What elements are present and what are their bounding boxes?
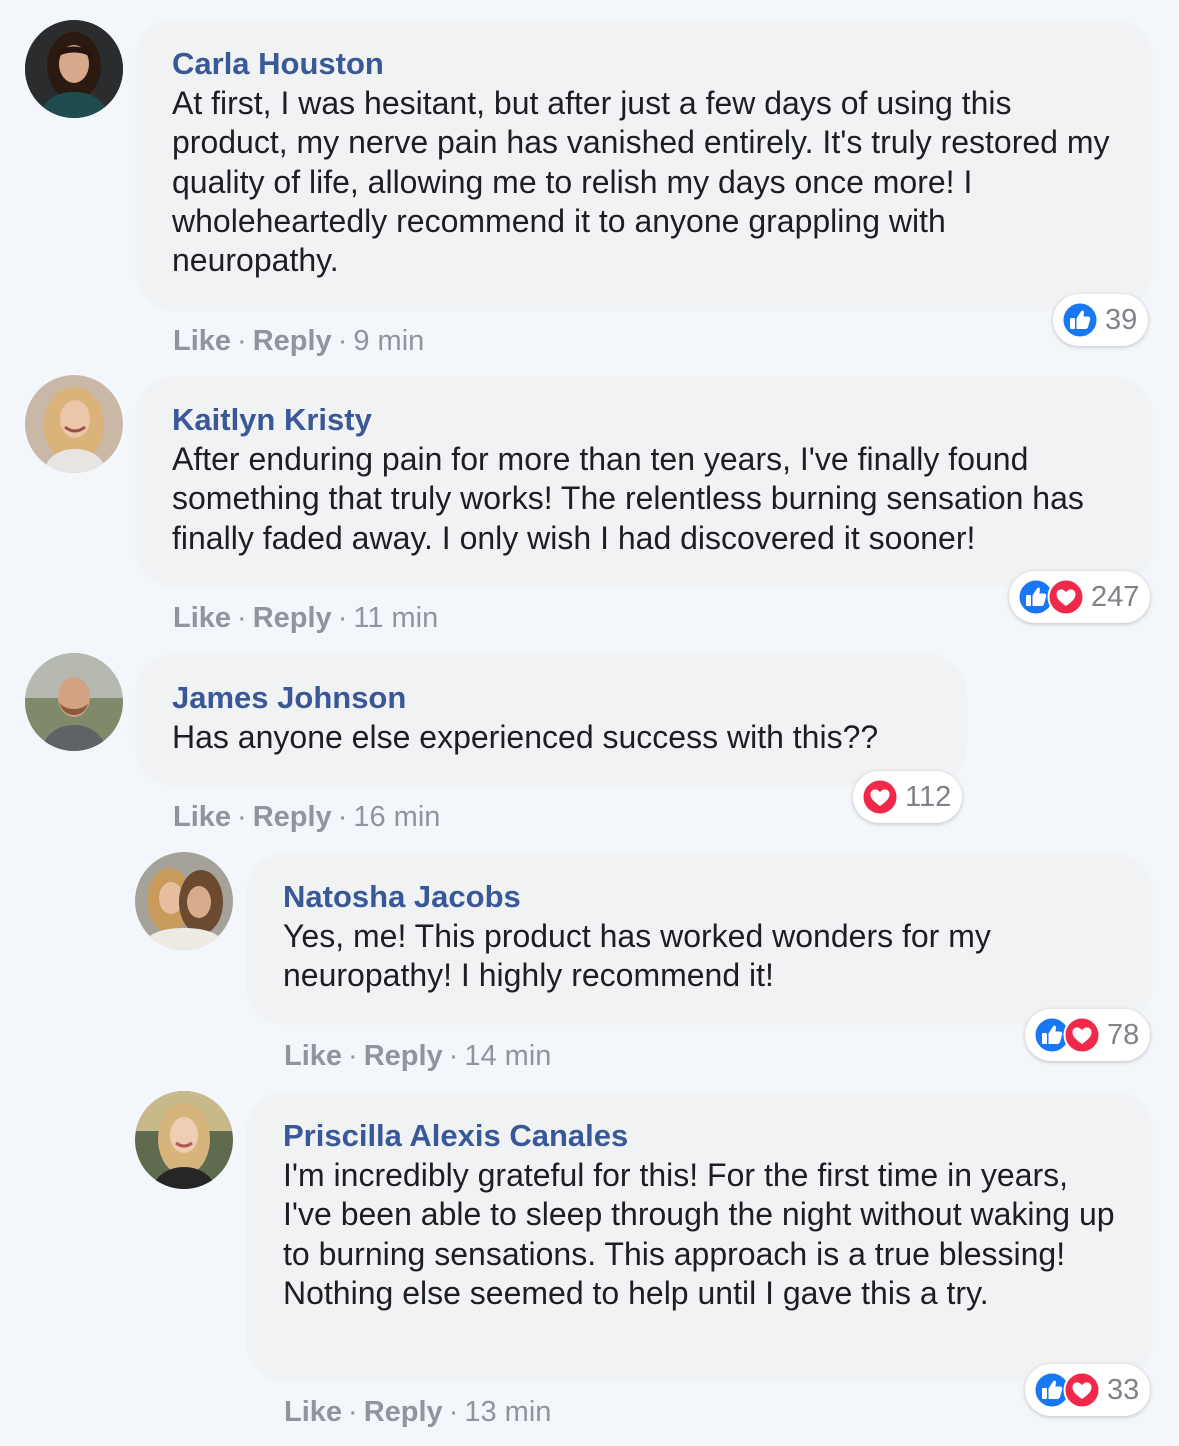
reaction-count: 247	[1091, 580, 1140, 613]
love-icon	[1047, 578, 1085, 616]
author-name[interactable]: James Johnson	[172, 680, 930, 716]
comment-bubble: Priscilla Alexis Canales I'm incredibly …	[246, 1092, 1153, 1382]
comment-actions: Like · Reply · 14 min	[284, 1040, 551, 1073]
reply-button[interactable]: Reply	[253, 325, 332, 357]
avatar[interactable]	[135, 852, 233, 950]
reaction-count: 33	[1107, 1373, 1140, 1406]
avatar[interactable]	[25, 375, 123, 473]
avatar[interactable]	[135, 1091, 233, 1189]
reactions-badge[interactable]: 33	[1025, 1364, 1151, 1416]
like-button[interactable]: Like	[284, 1040, 342, 1072]
comment-actions: Like · Reply · 13 min	[284, 1396, 551, 1429]
comment-actions: Like · Reply · 9 min	[173, 325, 424, 358]
separator: ·	[348, 1396, 358, 1428]
comment-text: After enduring pain for more than ten ye…	[172, 441, 1084, 556]
avatar[interactable]	[25, 20, 123, 118]
comment-text: Has anyone else experienced success with…	[172, 719, 879, 755]
comment-text: At first, I was hesitant, but after just…	[172, 85, 1110, 279]
comment-bubble: Kaitlyn Kristy After enduring pain for m…	[135, 376, 1153, 587]
separator: ·	[337, 801, 348, 833]
comment-actions: Like · Reply · 16 min	[173, 801, 440, 834]
reactions-badge[interactable]: 39	[1053, 294, 1149, 346]
author-name[interactable]: Kaitlyn Kristy	[172, 402, 1116, 438]
reaction-count: 78	[1107, 1018, 1140, 1051]
reaction-count: 39	[1105, 303, 1138, 336]
reactions-badge[interactable]: 112	[853, 771, 963, 823]
avatar[interactable]	[25, 653, 123, 751]
like-button[interactable]: Like	[284, 1396, 342, 1428]
timestamp[interactable]: 11 min	[353, 602, 438, 634]
separator: ·	[448, 1396, 459, 1428]
timestamp[interactable]: 16 min	[353, 801, 440, 833]
like-button[interactable]: Like	[173, 801, 231, 833]
separator: ·	[348, 1040, 358, 1072]
separator: ·	[237, 602, 247, 634]
separator: ·	[448, 1040, 459, 1072]
reactions-badge[interactable]: 247	[1009, 571, 1151, 623]
comment-text: I'm incredibly grateful for this! For th…	[283, 1157, 1115, 1311]
reply-button[interactable]: Reply	[253, 801, 332, 833]
reaction-count: 112	[905, 780, 952, 813]
reactions-badge[interactable]: 78	[1025, 1009, 1151, 1061]
separator: ·	[337, 325, 348, 357]
comment-bubble: Carla Houston At first, I was hesitant, …	[135, 20, 1153, 311]
reply-button[interactable]: Reply	[253, 602, 332, 634]
comment-actions: Like · Reply · 11 min	[173, 602, 438, 635]
separator: ·	[337, 602, 348, 634]
author-name[interactable]: Priscilla Alexis Canales	[283, 1118, 1116, 1154]
like-button[interactable]: Like	[173, 602, 231, 634]
comment-text: Yes, me! This product has worked wonders…	[283, 918, 991, 994]
timestamp[interactable]: 14 min	[464, 1040, 551, 1072]
comment-bubble: James Johnson Has anyone else experience…	[135, 654, 967, 786]
author-name[interactable]: Carla Houston	[172, 46, 1116, 82]
author-name[interactable]: Natosha Jacobs	[283, 879, 1116, 915]
like-button[interactable]: Like	[173, 325, 231, 357]
timestamp[interactable]: 13 min	[464, 1396, 551, 1428]
love-icon	[861, 778, 899, 816]
reply-button[interactable]: Reply	[364, 1396, 443, 1428]
comment: Carla Houston At first, I was hesitant, …	[0, 0, 1179, 370]
like-icon	[1061, 301, 1099, 339]
timestamp[interactable]: 9 min	[353, 325, 424, 357]
separator: ·	[237, 801, 247, 833]
comment-bubble: Natosha Jacobs Yes, me! This product has…	[246, 853, 1153, 1025]
love-icon	[1063, 1371, 1101, 1409]
reply-button[interactable]: Reply	[364, 1040, 443, 1072]
love-icon	[1063, 1016, 1101, 1054]
separator: ·	[237, 325, 247, 357]
